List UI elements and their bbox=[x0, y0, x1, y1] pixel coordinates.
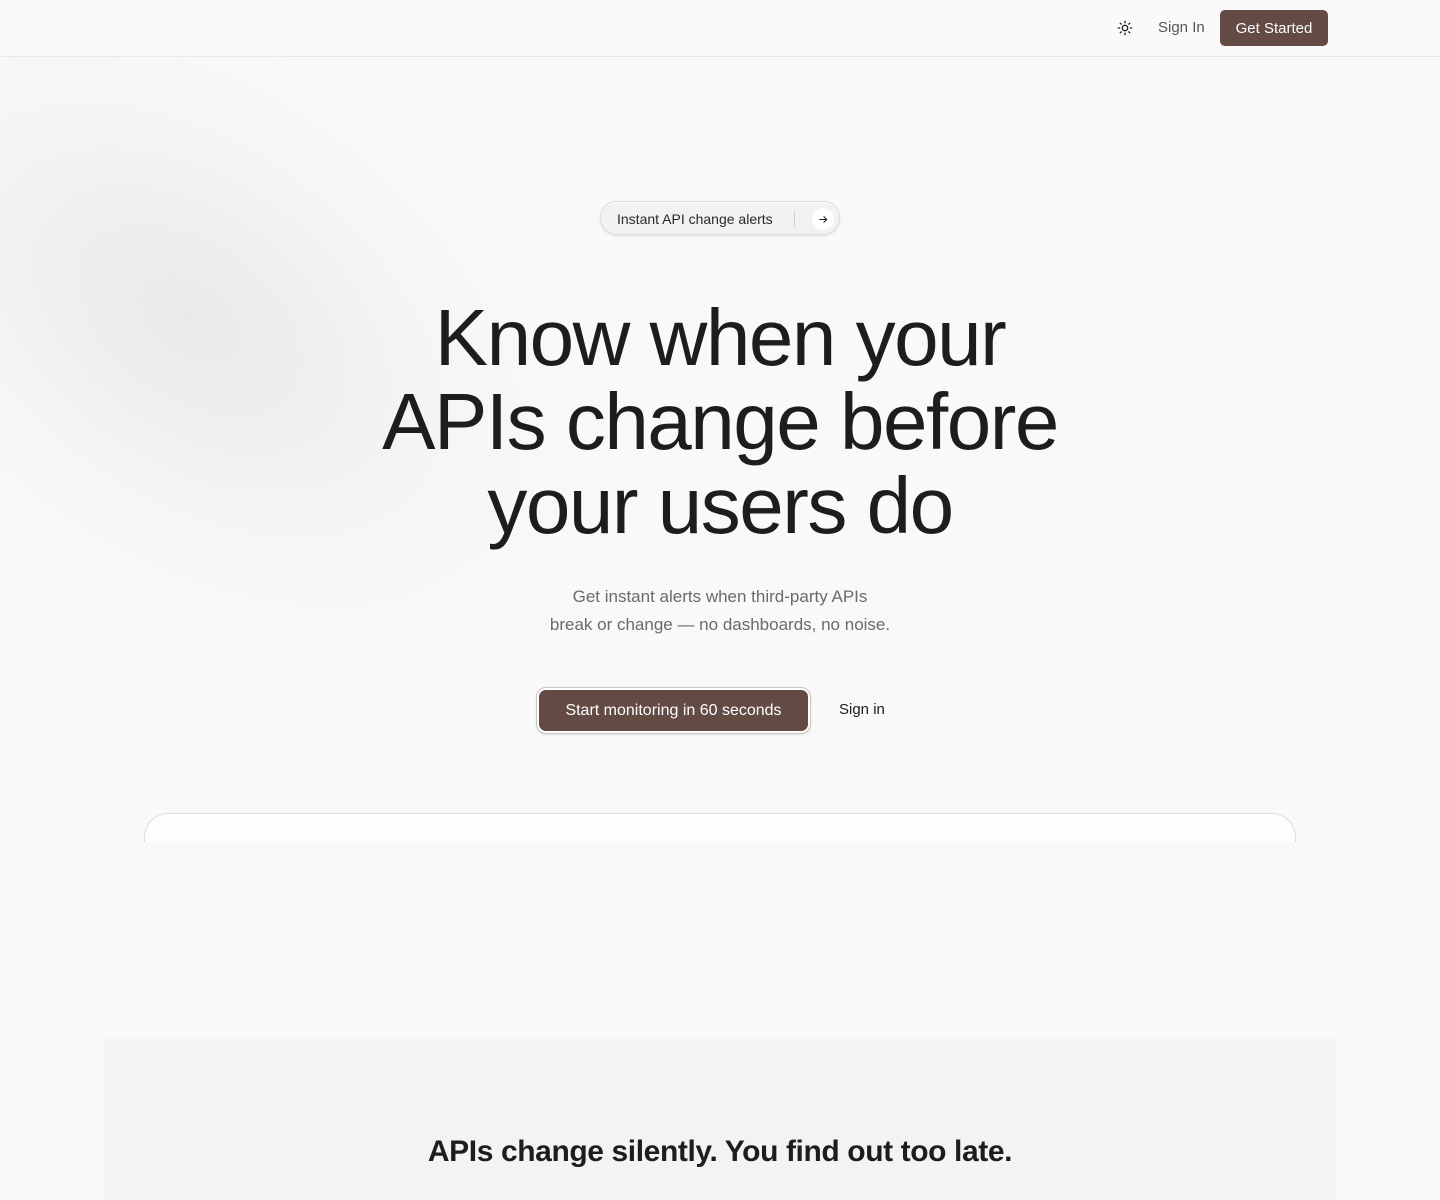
subtext-line: Get instant alerts when third-party APIs bbox=[572, 587, 868, 606]
subtext-line: break or change — no dashboards, no nois… bbox=[549, 615, 891, 634]
hero-subtext: Get instant alerts when third-party APIs… bbox=[520, 583, 920, 639]
nav-signin-link[interactable]: Sign In bbox=[1158, 19, 1205, 36]
hero-headline: Know when your APIs change before your u… bbox=[320, 296, 1120, 548]
headline-line: your users do bbox=[487, 461, 954, 550]
pill-divider bbox=[794, 211, 795, 227]
section-title: APIs change silently. You find out too l… bbox=[427, 1135, 1013, 1168]
problem-section: APIs change silently. You find out too l… bbox=[104, 1039, 1336, 1200]
preview-fade bbox=[130, 842, 1310, 882]
top-nav: Sign In Get Started bbox=[0, 0, 1440, 57]
pill-label: Instant API change alerts bbox=[617, 211, 773, 227]
arrow-right-icon bbox=[818, 215, 827, 223]
start-monitoring-button[interactable]: Start monitoring in 60 seconds bbox=[536, 687, 811, 734]
headline-line: APIs change before bbox=[382, 377, 1059, 466]
announcement-pill[interactable]: Instant API change alerts bbox=[600, 201, 840, 235]
headline-line: Know when your bbox=[434, 293, 1007, 382]
hero-signin-link[interactable]: Sign in bbox=[839, 701, 885, 718]
sun-icon bbox=[1117, 20, 1133, 36]
get-started-button[interactable]: Get Started bbox=[1220, 10, 1328, 46]
landing-page: Sign In Get Started Instant API change a… bbox=[0, 0, 1440, 1200]
theme-toggle-button[interactable] bbox=[1111, 14, 1139, 42]
pill-arrow-button[interactable] bbox=[812, 208, 834, 230]
